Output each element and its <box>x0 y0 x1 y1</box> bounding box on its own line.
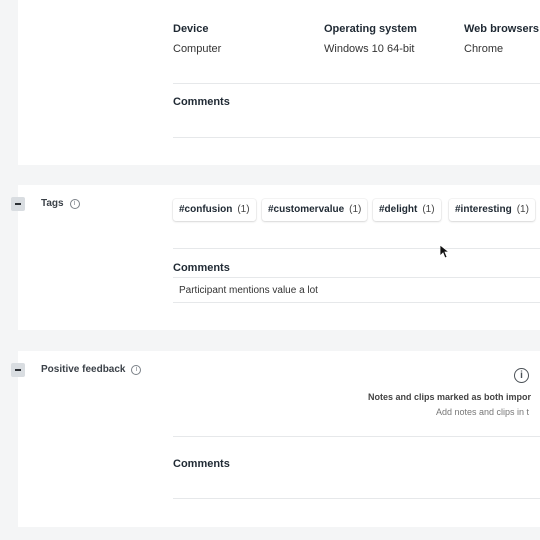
tag-count: (1) <box>516 204 529 215</box>
tag-name: #interesting <box>455 204 512 215</box>
positive-comments-label: Comments <box>173 458 230 470</box>
device-header: Device <box>173 23 209 35</box>
tags-comments-label: Comments <box>173 262 230 274</box>
device-value: Computer <box>173 43 222 55</box>
tag-count: (1) <box>422 204 435 215</box>
device-comments-label: Comments <box>173 96 230 108</box>
browsers-value: Chrome <box>464 43 504 55</box>
empty-state-subtitle: Add notes and clips in t <box>436 407 530 417</box>
empty-state-title: Notes and clips marked as both impor <box>368 392 532 402</box>
os-value: Windows 10 64-bit <box>324 43 415 55</box>
info-icon[interactable]: i <box>69 199 80 209</box>
tag-chip-confusion[interactable]: #confusion (1) <box>173 199 256 221</box>
info-icon: i <box>514 368 529 383</box>
info-icon[interactable]: i <box>131 365 142 375</box>
tag-name: #customervalue <box>268 204 345 215</box>
os-header: Operating system <box>324 23 417 35</box>
tag-count: (1) <box>237 204 250 215</box>
tags-section-title: Tags i <box>41 198 80 209</box>
tag-chip-interesting[interactable]: #interesting (1) <box>449 199 535 221</box>
positive-collapse-button[interactable] <box>11 363 25 377</box>
tag-name: #delight <box>379 204 418 215</box>
positive-title-text: Positive feedback <box>41 364 126 375</box>
divider <box>173 83 540 84</box>
divider <box>173 277 540 278</box>
tag-chip-customervalue[interactable]: #customervalue (1) <box>262 199 368 221</box>
divider <box>173 302 540 303</box>
tags-comment-text[interactable]: Participant mentions value a lot <box>179 285 318 296</box>
mouse-pointer-icon <box>440 245 450 259</box>
browsers-header: Web browsers <box>464 23 539 35</box>
tags-title-text: Tags <box>41 198 64 209</box>
divider <box>173 248 540 249</box>
tag-count: (1) <box>349 204 362 215</box>
comments-underline[interactable] <box>173 498 540 499</box>
positive-section-title: Positive feedback i <box>41 364 142 375</box>
positive-feedback-card <box>18 351 540 527</box>
tags-collapse-button[interactable] <box>11 197 25 211</box>
comments-underline[interactable] <box>173 137 540 138</box>
tag-name: #confusion <box>179 204 233 215</box>
tag-chip-delight[interactable]: #delight (1) <box>373 199 441 221</box>
divider <box>173 436 540 437</box>
